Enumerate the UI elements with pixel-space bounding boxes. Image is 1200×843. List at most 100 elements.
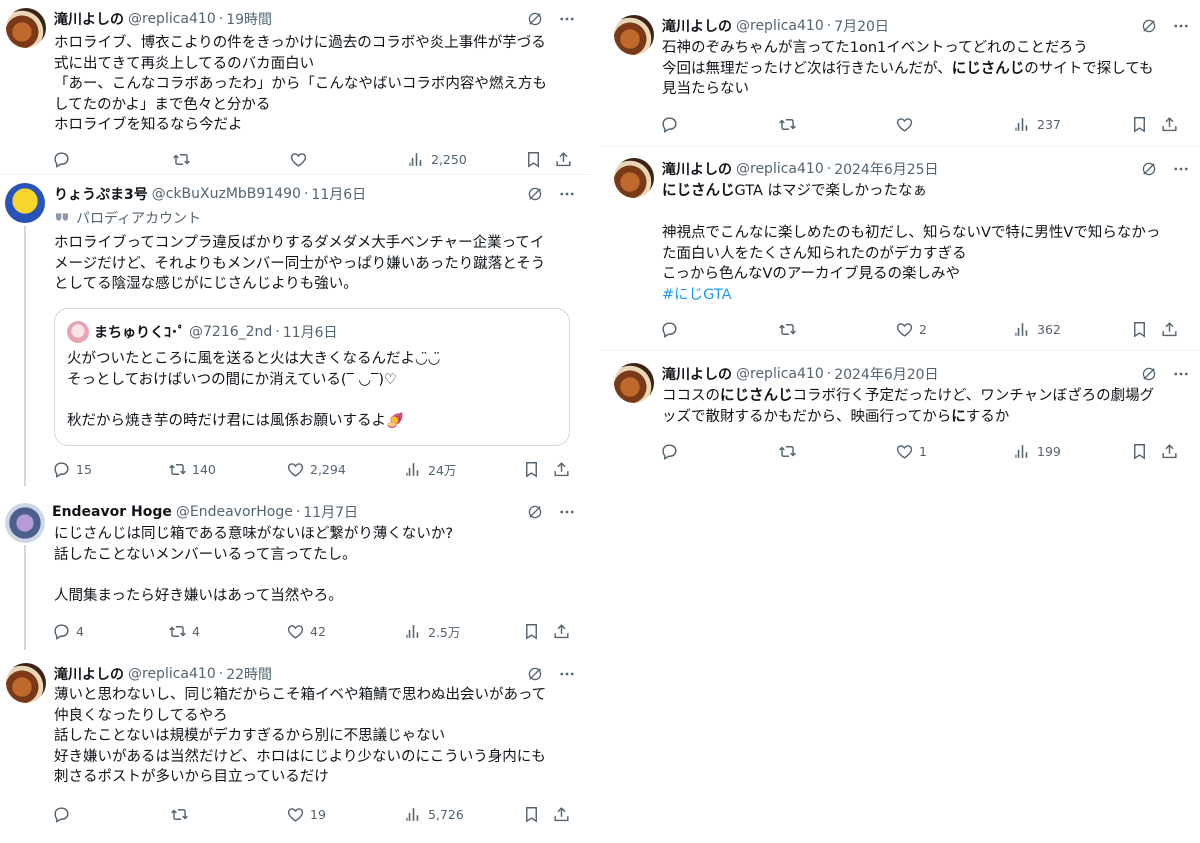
- timestamp[interactable]: 11月6日: [311, 184, 366, 204]
- author-handle[interactable]: @replica410: [736, 18, 824, 34]
- views-button[interactable]: 2.5万: [404, 621, 460, 641]
- share-button[interactable]: [552, 459, 571, 479]
- author-handle[interactable]: @ckBuXuzMbB91490: [152, 186, 301, 202]
- author-name[interactable]: 滝川よしの: [662, 364, 732, 384]
- reply-icon: [52, 460, 71, 479]
- reply-button[interactable]: [660, 319, 684, 339]
- share-button[interactable]: [1160, 441, 1179, 461]
- author-handle[interactable]: @replica410: [736, 366, 824, 382]
- tweet-card[interactable]: 滝川よしの @replica410 · 22時間 薄いと思わないし、同じ箱だから…: [0, 663, 590, 833]
- grok-icon[interactable]: [526, 10, 544, 28]
- bookmark-button[interactable]: [522, 804, 541, 824]
- author-name[interactable]: 滝川よしの: [54, 664, 124, 684]
- grok-icon[interactable]: [526, 185, 544, 203]
- author-handle[interactable]: @replica410: [736, 161, 824, 177]
- timestamp[interactable]: 7月20日: [834, 16, 889, 36]
- tweet-header: 滝川よしの @replica410 · 22時間: [54, 663, 576, 685]
- retweet-button[interactable]: 140: [168, 459, 216, 479]
- tweet-card[interactable]: 滝川よしの @replica410 · 2024年6月25日 にじさんじGTA …: [600, 158, 1200, 348]
- tweet-card[interactable]: 滝川よしの @replica410 · 19時間 ホロライブ、博衣こよりの件をき…: [0, 8, 590, 178]
- grok-icon[interactable]: [1140, 160, 1158, 178]
- retweet-button[interactable]: [778, 114, 802, 134]
- hashtag-link[interactable]: #にじGTA: [662, 287, 732, 303]
- reply-button[interactable]: [660, 114, 684, 134]
- tweet-text: にじさんじは同じ箱である意味がないほど繋がり薄くないか? 話したことないメンバー…: [54, 526, 454, 604]
- share-button[interactable]: [1160, 319, 1179, 339]
- more-icon[interactable]: [558, 10, 576, 28]
- bookmark-button[interactable]: [524, 149, 543, 169]
- quoted-tweet[interactable]: まちゅりくｺ･ﾟ @7216_2nd · 11月6日 火がついたところに風を送る…: [54, 308, 570, 446]
- highlight-keyword: にじさんじ: [951, 60, 1025, 77]
- views-button[interactable]: 199: [1013, 441, 1061, 461]
- timestamp[interactable]: 19時間: [226, 9, 272, 29]
- timestamp[interactable]: 11月7日: [303, 502, 358, 522]
- views-button[interactable]: 5,726: [404, 804, 464, 824]
- views-button[interactable]: 237: [1013, 114, 1061, 134]
- author-name[interactable]: Endeavor Hoge: [52, 504, 172, 520]
- bookmark-button[interactable]: [1130, 319, 1149, 339]
- grok-icon[interactable]: [1140, 365, 1158, 383]
- reply-button[interactable]: [52, 804, 76, 824]
- views-button[interactable]: 24万: [404, 459, 456, 479]
- bookmark-button[interactable]: [1130, 114, 1149, 134]
- views-button[interactable]: 2,250: [407, 149, 467, 169]
- grok-icon[interactable]: [1140, 17, 1158, 35]
- like-button[interactable]: 42: [286, 621, 326, 641]
- share-icon: [552, 460, 571, 479]
- grok-icon[interactable]: [526, 503, 544, 521]
- reply-button[interactable]: 15: [52, 459, 92, 479]
- tweet-card[interactable]: りょうぷま3号 @ckBuXuzMbB91490 · 11月6日 パロディアカウ…: [0, 183, 590, 493]
- bookmark-button[interactable]: [522, 459, 541, 479]
- author-name[interactable]: 滝川よしの: [662, 159, 732, 179]
- share-button[interactable]: [554, 149, 573, 169]
- like-button[interactable]: 2,294: [286, 459, 346, 479]
- avatar[interactable]: [5, 503, 45, 543]
- like-button[interactable]: [289, 149, 313, 169]
- like-button[interactable]: [895, 114, 919, 134]
- avatar[interactable]: [5, 183, 45, 223]
- share-button[interactable]: [552, 804, 571, 824]
- like-button[interactable]: 2: [895, 319, 927, 339]
- author-name[interactable]: 滝川よしの: [54, 9, 124, 29]
- retweet-button[interactable]: [172, 149, 196, 169]
- avatar[interactable]: [614, 15, 654, 55]
- retweet-button[interactable]: [778, 319, 802, 339]
- retweet-button[interactable]: [170, 804, 194, 824]
- avatar[interactable]: [6, 8, 46, 48]
- tweet-card[interactable]: 滝川よしの @replica410 · 2024年6月20日 ココスのにじさんじ…: [600, 363, 1200, 473]
- more-icon[interactable]: [1172, 160, 1190, 178]
- reply-button[interactable]: [52, 149, 76, 169]
- more-icon[interactable]: [1172, 17, 1190, 35]
- author-handle[interactable]: @replica410: [128, 11, 216, 27]
- retweet-button[interactable]: [778, 441, 802, 461]
- highlight-keyword: に: [951, 408, 966, 425]
- retweet-button[interactable]: 4: [168, 621, 200, 641]
- author-name[interactable]: りょうぷま3号: [54, 184, 148, 204]
- tweet-header: りょうぷま3号 @ckBuXuzMbB91490 · 11月6日: [54, 183, 576, 205]
- share-button[interactable]: [1160, 114, 1179, 134]
- views-button[interactable]: 362: [1013, 319, 1061, 339]
- timestamp[interactable]: 22時間: [226, 664, 272, 684]
- author-handle[interactable]: @replica410: [128, 666, 216, 682]
- more-icon[interactable]: [558, 503, 576, 521]
- like-button[interactable]: 19: [286, 804, 326, 824]
- bookmark-button[interactable]: [522, 621, 541, 641]
- timestamp[interactable]: 2024年6月25日: [834, 159, 938, 179]
- grok-icon[interactable]: [526, 665, 544, 683]
- more-icon[interactable]: [558, 185, 576, 203]
- avatar[interactable]: [614, 158, 654, 198]
- tweet-card[interactable]: 滝川よしの @replica410 · 7月20日 石神のぞみちゃんが言ってた1…: [600, 15, 1200, 145]
- author-name[interactable]: 滝川よしの: [662, 16, 732, 36]
- share-button[interactable]: [552, 621, 571, 641]
- more-icon[interactable]: [1172, 365, 1190, 383]
- more-icon[interactable]: [558, 665, 576, 683]
- reply-button[interactable]: 4: [52, 621, 84, 641]
- avatar[interactable]: [6, 663, 46, 703]
- like-button[interactable]: 1: [895, 441, 927, 461]
- timestamp[interactable]: 2024年6月20日: [834, 364, 938, 384]
- reply-button[interactable]: [660, 441, 684, 461]
- author-handle[interactable]: @EndeavorHoge: [176, 504, 293, 520]
- avatar[interactable]: [614, 363, 654, 403]
- tweet-card[interactable]: Endeavor Hoge @EndeavorHoge · 11月7日 にじさん…: [0, 501, 590, 651]
- bookmark-button[interactable]: [1130, 441, 1149, 461]
